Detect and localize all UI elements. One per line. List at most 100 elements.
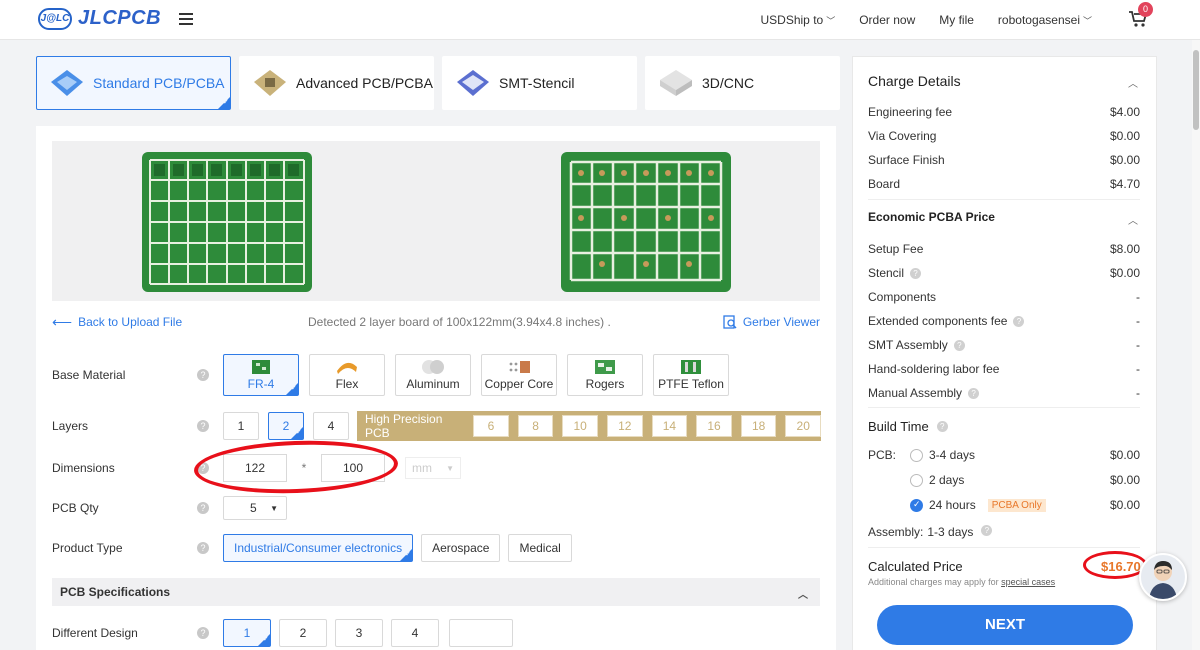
tab-smt-stencil[interactable]: SMT-Stencil [442, 56, 637, 110]
help-icon[interactable]: ? [968, 387, 980, 399]
layers-label: Layers [52, 419, 89, 433]
design-option-2[interactable]: 2 [279, 619, 327, 647]
top-header: J@LC JLCPCB USDShip to ﹀ Order now My fil… [0, 0, 1200, 40]
help-icon[interactable]: ? [197, 502, 209, 514]
build-time-option[interactable]: 24 hours PCBA Only $0.00 [868, 498, 1140, 512]
help-icon[interactable]: ? [197, 369, 209, 381]
tab-3d-cnc[interactable]: 3D/CNC [645, 56, 840, 110]
help-icon[interactable]: ? [910, 267, 922, 279]
gerber-viewer-link[interactable]: Gerber Viewer [723, 315, 820, 329]
chevron-up-icon[interactable]: ︿ [1128, 212, 1138, 227]
tab-standard-pcb[interactable]: Standard PCB/PCBA [36, 56, 231, 110]
layer-option-20[interactable]: 20 [785, 415, 822, 437]
material-option-rogers[interactable]: Rogers [567, 354, 643, 396]
scrollbar-thumb[interactable] [1193, 50, 1199, 130]
divider [868, 547, 1140, 548]
line-name-text: Components [868, 290, 937, 304]
help-icon[interactable]: ? [197, 627, 209, 639]
material-option-aluminum[interactable]: Aluminum [395, 354, 471, 396]
design-option-1[interactable]: 1 [223, 619, 271, 647]
high-precision-label: High Precision PCB [365, 412, 443, 440]
layer-option-18[interactable]: 18 [740, 415, 777, 437]
layer-option-4[interactable]: 4 [313, 412, 349, 440]
material-option-ptfe-teflon[interactable]: PTFE Teflon [653, 354, 729, 396]
hamburger-menu-icon[interactable] [179, 13, 193, 25]
radio-button[interactable] [910, 448, 923, 462]
option-label: Flex [335, 377, 359, 391]
line-name: Stencil? [868, 266, 922, 280]
chevron-up-icon[interactable]: ︿ [1128, 75, 1138, 90]
help-icon[interactable]: ? [981, 525, 993, 536]
help-icon[interactable]: ? [953, 339, 965, 351]
option-label: 3-4 days [929, 448, 976, 462]
stencil-icon [457, 70, 489, 96]
help-icon[interactable]: ? [1013, 315, 1025, 327]
layer-option-14[interactable]: 14 [651, 415, 688, 437]
jlcpcb-logo[interactable]: J@LC JLCPCB [38, 7, 161, 30]
selected-check-icon [218, 97, 230, 109]
tab-advanced-pcb[interactable]: Advanced PCB/PCBA [239, 56, 434, 110]
layer-option-2[interactable]: 2 [268, 412, 304, 440]
pcb-qty-label: PCB Qty [52, 501, 99, 515]
product-type-industrial[interactable]: Industrial/Consumer electronics [223, 534, 414, 562]
divider [868, 199, 1140, 200]
pcb-bottom-preview-image [561, 152, 731, 292]
page-scrollbar[interactable] [1192, 40, 1200, 650]
pcba-price-title: Economic PCBA Price [868, 210, 995, 224]
layer-option-10[interactable]: 10 [562, 415, 598, 437]
top-nav: USDShip to ﹀ Order now My file robotogase… [761, 0, 1117, 40]
option-label: Copper Core [484, 377, 554, 391]
cart-count-badge: 0 [1138, 2, 1153, 17]
dimension-unit-select[interactable]: mm ▼ [405, 457, 461, 479]
nav-order-now[interactable]: Order now [859, 13, 915, 27]
caret-down-icon: ▼ [446, 463, 454, 473]
line-value: $4.00 [1109, 105, 1140, 119]
build-time-option[interactable]: 2 days $0.00 [868, 473, 1140, 487]
tab-label: Standard PCB/PCBA [93, 75, 225, 91]
help-icon[interactable]: ? [197, 542, 209, 554]
layer-option-1[interactable]: 1 [223, 412, 259, 440]
radio-button[interactable] [910, 473, 923, 487]
product-type-medical[interactable]: Medical [508, 534, 572, 562]
different-design-label: Different Design [52, 626, 138, 640]
design-option-3[interactable]: 3 [335, 619, 383, 647]
assembly-time: Assembly: 1-3 days ? [868, 525, 1140, 539]
layer-option-12[interactable]: 12 [606, 415, 643, 437]
line-value: $0.00 [1109, 498, 1140, 512]
next-button[interactable]: NEXT [877, 605, 1133, 645]
design-custom-input[interactable] [449, 619, 513, 647]
layer-option-16[interactable]: 16 [696, 415, 732, 437]
chevron-down-icon: ﹀ [826, 16, 836, 26]
divider [868, 407, 1140, 408]
material-option-copper-core[interactable]: Copper Core [481, 354, 557, 396]
line-name-text: Extended components fee [868, 314, 1008, 328]
material-option-flex[interactable]: Flex [309, 354, 385, 396]
layer-option-8[interactable]: 8 [517, 415, 554, 437]
high-precision-pcb-group: High Precision PCB 6 8 10 12 14 16 18 20 [357, 411, 822, 441]
3d-cnc-icon [660, 70, 692, 96]
material-option-fr4[interactable]: FR-4 [223, 354, 299, 396]
design-option-4[interactable]: 4 [391, 619, 439, 647]
special-cases-link[interactable]: special cases [1001, 577, 1055, 587]
radio-button-selected[interactable] [910, 498, 923, 512]
nav-my-file[interactable]: My file [939, 13, 974, 27]
advanced-pcb-icon [254, 70, 286, 96]
help-icon[interactable]: ? [936, 421, 948, 432]
back-to-upload-link[interactable]: ⟵ Back to Upload File [52, 314, 182, 331]
charge-line: Board $4.70 [868, 177, 1140, 191]
nav-currency-ship[interactable]: USDShip to ﹀ [761, 13, 836, 27]
fr4-icon [252, 360, 270, 374]
pcba-only-badge: PCBA Only [987, 498, 1046, 512]
pcb-specifications-header[interactable]: PCB Specifications ︿ [52, 578, 820, 606]
selected-check-icon [258, 634, 270, 646]
username-label: robotogasensei [997, 13, 1080, 27]
pcb-qty-select[interactable]: 5 ▼ [223, 496, 287, 520]
help-icon[interactable]: ? [197, 420, 209, 432]
support-chat-avatar[interactable] [1139, 553, 1187, 601]
nav-user-account[interactable]: robotogasensei ﹀ [998, 13, 1092, 27]
line-value: - [1136, 362, 1140, 376]
layer-option-6[interactable]: 6 [473, 415, 509, 437]
build-time-option[interactable]: PCB: 3-4 days $0.00 [868, 448, 1140, 462]
product-type-aerospace[interactable]: Aerospace [421, 534, 501, 562]
product-type-label: Product Type [52, 541, 123, 555]
